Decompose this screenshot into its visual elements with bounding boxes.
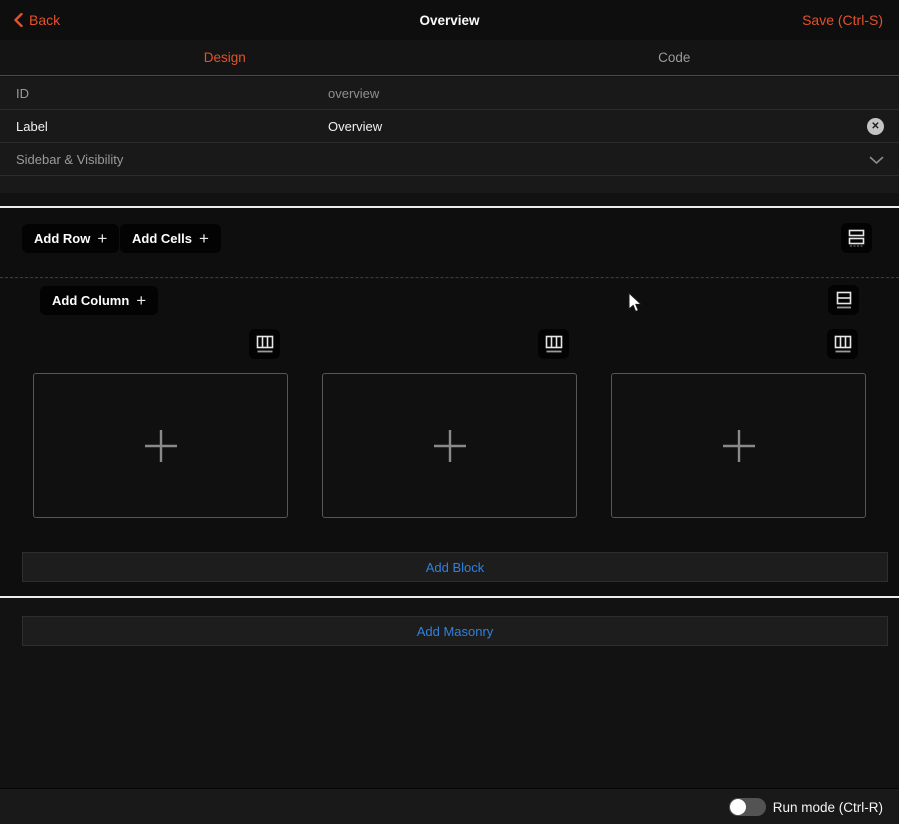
widget-placeholder-1[interactable] xyxy=(33,373,288,518)
toggle-knob xyxy=(730,799,746,815)
add-column-button[interactable]: Add Column + xyxy=(40,286,158,315)
column-settings-button-1[interactable] xyxy=(249,329,280,359)
column-canvas: Add Column + xyxy=(0,279,899,596)
add-row-button[interactable]: Add Row + xyxy=(22,224,119,253)
plus-icon: + xyxy=(199,230,209,247)
plus-icon xyxy=(144,429,178,463)
save-button[interactable]: Save (Ctrl-S) xyxy=(802,0,883,40)
run-mode-toggle[interactable] xyxy=(729,798,766,816)
top-bar: Back Overview Save (Ctrl-S) xyxy=(0,0,899,40)
row-layout-button[interactable] xyxy=(841,223,872,253)
section-sidebar-visibility[interactable]: Sidebar & Visibility xyxy=(0,143,899,176)
tab-code[interactable]: Code xyxy=(450,40,899,75)
plus-icon xyxy=(433,429,467,463)
page-title: Overview xyxy=(0,0,899,40)
add-masonry-button[interactable]: Add Masonry xyxy=(22,616,888,646)
widget-placeholder-2[interactable] xyxy=(322,373,577,518)
three-columns-icon xyxy=(255,335,275,354)
plus-icon: + xyxy=(97,230,107,247)
tab-bar: Design Code xyxy=(0,40,899,76)
add-cells-button[interactable]: Add Cells + xyxy=(120,224,221,253)
column-settings-button-2[interactable] xyxy=(538,329,569,359)
plus-icon: + xyxy=(136,292,146,309)
add-masonry-label: Add Masonry xyxy=(417,624,494,639)
add-block-button[interactable]: Add Block xyxy=(22,552,888,582)
label-field-label: Label xyxy=(16,119,48,134)
field-row-label: Label Overview ✕ xyxy=(0,110,899,143)
add-column-label: Add Column xyxy=(52,293,129,308)
run-mode-label: Run mode (Ctrl-R) xyxy=(773,789,883,824)
tab-design[interactable]: Design xyxy=(0,40,450,75)
id-field-label: ID xyxy=(16,86,29,101)
add-row-label: Add Row xyxy=(34,231,90,246)
stacked-rows-icon xyxy=(847,229,866,247)
row-toolbar: Add Row + Add Cells + xyxy=(0,208,899,278)
chevron-down-icon xyxy=(869,156,884,165)
split-row-icon xyxy=(834,291,854,310)
section-divider xyxy=(0,596,899,598)
add-cells-label: Add Cells xyxy=(132,231,192,246)
field-row-id: ID overview xyxy=(0,77,899,110)
column-settings-button-3[interactable] xyxy=(827,329,858,359)
label-field-value[interactable]: Overview xyxy=(328,119,382,134)
widget-placeholder-3[interactable] xyxy=(611,373,866,518)
sidebar-visibility-label: Sidebar & Visibility xyxy=(16,152,123,167)
row-settings-button[interactable] xyxy=(828,285,859,315)
id-field-value[interactable]: overview xyxy=(328,86,379,101)
bottom-bar: Run mode (Ctrl-R) xyxy=(0,788,899,824)
dashboard-page-editor: Back Overview Save (Ctrl-S) Design Code … xyxy=(0,0,899,824)
three-columns-icon xyxy=(544,335,564,354)
clear-field-icon[interactable]: ✕ xyxy=(867,118,884,135)
plus-icon xyxy=(722,429,756,463)
add-block-label: Add Block xyxy=(426,560,485,575)
three-columns-icon xyxy=(833,335,853,354)
page-properties-form: ID overview Label Overview ✕ Sidebar & V… xyxy=(0,77,899,193)
